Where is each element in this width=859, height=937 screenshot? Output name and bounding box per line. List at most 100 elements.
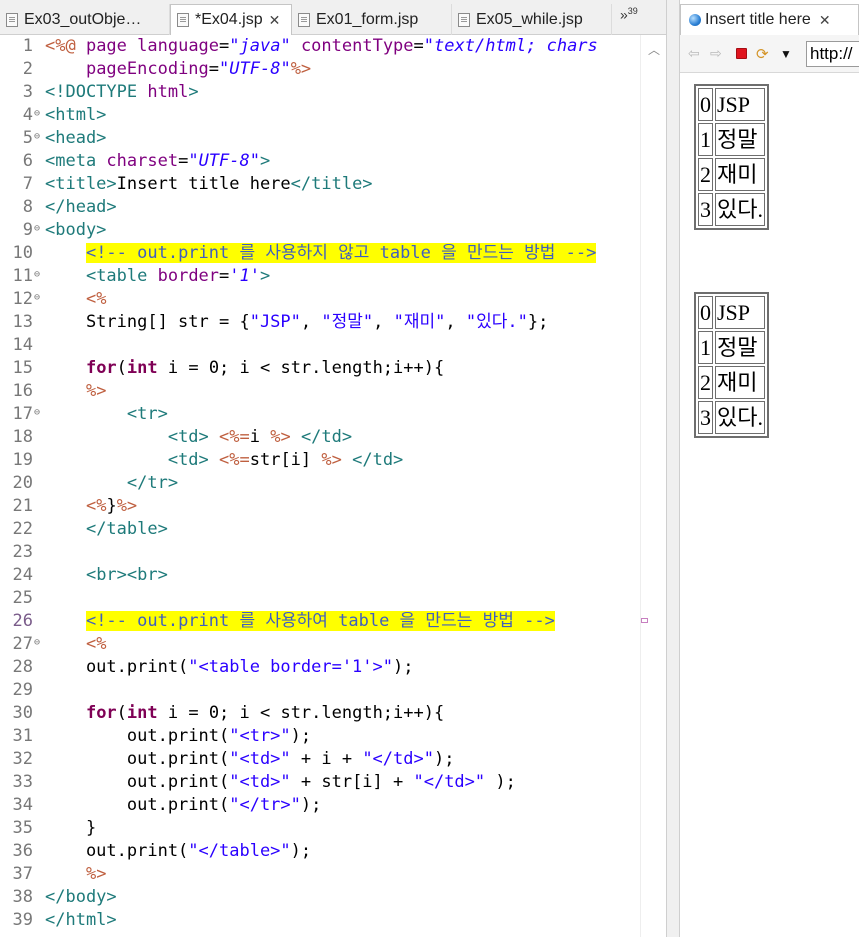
tab-ex03-outobject[interactable]: Ex03_outObje…	[0, 4, 170, 35]
code-line[interactable]: 13 String[] str = {"JSP", "정말", "재미", "있…	[0, 311, 640, 334]
jsp-file-icon	[6, 12, 18, 27]
fold-toggle-icon[interactable]: ⊖	[33, 224, 41, 234]
code-line[interactable]: 35 }	[0, 817, 640, 840]
code-text: <body>	[45, 220, 107, 240]
code-line[interactable]: 37 %>	[0, 863, 640, 886]
code-area[interactable]: 1 <%@ page language="java" contentType="t…	[0, 35, 640, 937]
code-line[interactable]: 31 out.print("<tr>");	[0, 725, 640, 748]
code-line[interactable]: 20 </tr>	[0, 472, 640, 495]
editor-vertical-scrollbar[interactable]: ︿	[640, 35, 666, 937]
code-line[interactable]: 7 <title>Insert title here</title>	[0, 173, 640, 196]
line-number: 10	[12, 243, 33, 263]
code-text: <tr>	[126, 404, 168, 424]
code-line[interactable]: 24 <br><br>	[0, 564, 640, 587]
code-line[interactable]: 30 for(int i = 0; i < str.length;i++){	[0, 702, 640, 725]
code-line[interactable]: 28 out.print("<table border='1'>");	[0, 656, 640, 679]
stop-icon[interactable]	[736, 48, 747, 59]
code-line[interactable]: 16 %>	[0, 380, 640, 403]
index-cell: 3	[698, 193, 713, 226]
tab-ex04-jsp[interactable]: *Ex04.jsp ✕	[170, 4, 292, 35]
code-line[interactable]: 3 <!DOCTYPE html>	[0, 81, 640, 104]
code-line[interactable]: 22 </table>	[0, 518, 640, 541]
code-text: <!-- out.print 를 사용하지 않고 table 을 만드는 방법 …	[85, 243, 597, 263]
jsp-file-icon	[177, 13, 189, 27]
code-line[interactable]: 25	[0, 587, 640, 610]
code-line[interactable]: 18 <td> <%=i %> </td>	[0, 426, 640, 449]
code-line[interactable]: 5 ⊖ <head>	[0, 127, 640, 150]
close-icon[interactable]: ✕	[269, 12, 281, 29]
fold-toggle-icon[interactable]: ⊖	[33, 293, 41, 303]
code-line[interactable]: 10 <!-- out.print 를 사용하지 않고 table 을 만드는 …	[0, 242, 640, 265]
tab-ex05-while[interactable]: Ex05_while.jsp	[452, 4, 612, 35]
code-line[interactable]: 11 ⊖ <table border='1'>	[0, 265, 640, 288]
code-line[interactable]: 8 </head>	[0, 196, 640, 219]
code-line[interactable]: 33 out.print("<td>" + str[i] + "</td>" )…	[0, 771, 640, 794]
fold-toggle-icon[interactable]: ⊖	[33, 270, 41, 280]
rendered-table-1: 0 JSP 1 정말 2 재미 3 있다.	[694, 84, 769, 230]
code-line[interactable]: 17 ⊖ <tr>	[0, 403, 640, 426]
browser-tab[interactable]: Insert title here ✕	[680, 4, 859, 35]
line-number: 19	[12, 450, 33, 470]
code-line[interactable]: 12 ⊖ <%	[0, 288, 640, 311]
code-text: out.print("</table>");	[45, 841, 312, 861]
code-line[interactable]: 21 <%}%>	[0, 495, 640, 518]
back-arrow-icon[interactable]: ⇦	[688, 45, 700, 62]
line-number: 15	[12, 358, 33, 378]
code-line[interactable]: 32 out.print("<td>" + i + "</td>");	[0, 748, 640, 771]
code-text: <br><br>	[85, 565, 168, 585]
code-line[interactable]: 15 for(int i = 0; i < str.length;i++){	[0, 357, 640, 380]
jsp-file-icon	[298, 12, 310, 27]
line-number: 21	[12, 496, 33, 516]
code-line[interactable]: 39 </html>	[0, 909, 640, 932]
code-line[interactable]: 9 ⊖ <body>	[0, 219, 640, 242]
forward-arrow-icon[interactable]: ⇨	[710, 45, 722, 62]
browser-tab-title: Insert title here	[705, 11, 811, 28]
code-text: %>	[85, 381, 107, 401]
tab-label: *Ex04.jsp	[195, 11, 263, 28]
fold-toggle-icon[interactable]: ⊖	[33, 638, 41, 648]
url-field[interactable]: http://	[806, 41, 859, 67]
code-line[interactable]: 36 out.print("</table>");	[0, 840, 640, 863]
code-line[interactable]: 34 out.print("</tr>");	[0, 794, 640, 817]
scroll-up-chevron-icon[interactable]: ︿	[648, 41, 660, 58]
line-number: 3	[22, 82, 33, 102]
code-text: <html>	[45, 105, 107, 125]
code-line[interactable]: 19 <td> <%=str[i] %> </td>	[0, 449, 640, 472]
code-line[interactable]: 2 pageEncoding="UTF-8"%>	[0, 58, 640, 81]
code-line[interactable]: 14	[0, 334, 640, 357]
fold-toggle-icon[interactable]: ⊖	[33, 109, 41, 119]
line-number: 39	[12, 910, 33, 930]
code-text: <head>	[45, 128, 107, 148]
line-number: 5	[22, 128, 33, 148]
code-text: for(int i = 0; i < str.length;i++){	[85, 703, 445, 723]
code-text: for(int i = 0; i < str.length;i++){	[85, 358, 445, 378]
code-line[interactable]: 27 ⊖ <%	[0, 633, 640, 656]
value-cell: 재미	[715, 158, 765, 191]
tab-ex01-form[interactable]: Ex01_form.jsp	[292, 4, 452, 35]
code-line[interactable]: 38 </body>	[0, 886, 640, 909]
code-line[interactable]: 26 <!-- out.print 를 사용하여 table 을 만드는 방법 …	[0, 610, 640, 633]
tab-overflow-button[interactable]: »39	[620, 6, 638, 23]
pane-divider[interactable]	[666, 0, 680, 937]
close-icon[interactable]: ✕	[819, 12, 831, 29]
code-line[interactable]: 23	[0, 541, 640, 564]
fold-toggle-icon[interactable]: ⊖	[33, 132, 41, 142]
overview-ruler-marker[interactable]	[641, 618, 648, 623]
code-line[interactable]: 29	[0, 679, 640, 702]
code-text: </tr>	[126, 473, 179, 493]
refresh-icon[interactable]: ⟳	[756, 45, 769, 63]
table-row: 3 있다.	[698, 401, 765, 434]
fold-toggle-icon[interactable]: ⊖	[33, 408, 41, 418]
code-text: %>	[85, 864, 107, 884]
code-line[interactable]: 4 ⊖ <html>	[0, 104, 640, 127]
value-cell: JSP	[715, 88, 765, 121]
index-cell: 0	[698, 296, 713, 329]
dropdown-triangle-icon[interactable]: ▼	[780, 47, 792, 61]
code-line[interactable]: 6 <meta charset="UTF-8">	[0, 150, 640, 173]
value-cell: 있다.	[715, 401, 765, 434]
code-line[interactable]: 1 <%@ page language="java" contentType="t…	[0, 35, 640, 58]
code-text: <title>Insert title here</title>	[45, 174, 373, 194]
line-number: 11	[12, 266, 33, 286]
line-number: 1	[22, 36, 33, 56]
browser-toolbar: ⇦ ⇨ ⟳ ▼ http://	[680, 35, 859, 73]
